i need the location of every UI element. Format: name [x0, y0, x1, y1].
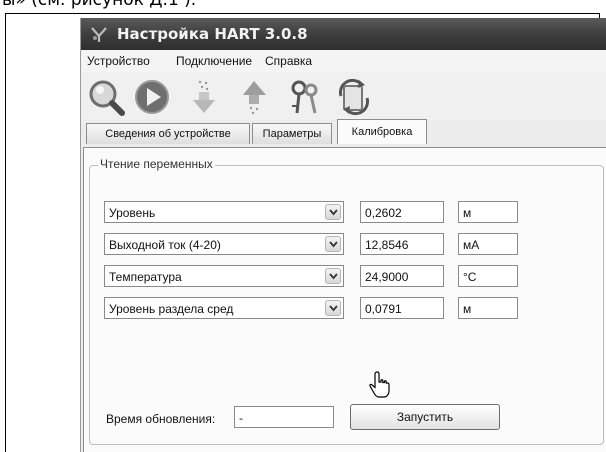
- group-title: Чтение переменных: [98, 157, 215, 171]
- menu-device[interactable]: Устройство: [87, 54, 150, 68]
- chevron-down-icon[interactable]: [325, 236, 341, 252]
- variable-value: 12,8546: [360, 233, 444, 255]
- variable-select[interactable]: Уровень раздела сред: [104, 297, 344, 319]
- search-icon[interactable]: [87, 78, 125, 116]
- app-window: Настройка HART 3.0.8 Устройство Подключе…: [80, 18, 606, 452]
- variable-value: 0,0791: [360, 297, 444, 319]
- refresh-icon[interactable]: [335, 78, 373, 116]
- chevron-down-icon[interactable]: [325, 268, 341, 284]
- variable-unit: мА: [458, 233, 518, 255]
- variable-select-value: Температура: [109, 270, 182, 284]
- variable-select-value: Уровень раздела сред: [109, 302, 234, 316]
- variable-value: 24,9000: [360, 265, 444, 287]
- title-bar[interactable]: Настройка HART 3.0.8: [81, 18, 606, 50]
- chevron-down-icon[interactable]: [325, 204, 341, 220]
- update-time-label: Время обновления:: [106, 412, 216, 426]
- variable-unit: м: [458, 201, 518, 223]
- upload-arrow-icon[interactable]: [235, 78, 273, 116]
- variable-select-value: Уровень: [109, 206, 156, 220]
- menu-help[interactable]: Справка: [265, 54, 312, 68]
- tab-strip: Сведения об устройстве Параметры Калибро…: [81, 119, 606, 148]
- menu-connection[interactable]: Подключение: [176, 54, 252, 68]
- download-arrow-icon[interactable]: [185, 78, 223, 116]
- window-title: Настройка HART 3.0.8: [117, 25, 308, 43]
- variables-group: Чтение переменных Уровень 0,2602 м Выход…: [89, 157, 604, 445]
- tab-parameters[interactable]: Параметры: [252, 123, 332, 144]
- menu-bar: Устройство Подключение Справка: [81, 50, 606, 72]
- chevron-down-icon[interactable]: [325, 300, 341, 316]
- start-button[interactable]: Запустить: [350, 404, 500, 430]
- keys-icon[interactable]: [285, 78, 323, 116]
- variable-unit: °C: [458, 265, 518, 287]
- tab-calibration[interactable]: Калибровка: [337, 119, 427, 144]
- variable-select-value: Выходной ток (4-20): [109, 238, 221, 252]
- update-time-input[interactable]: -: [234, 406, 334, 428]
- mouse-pointer-icon: [369, 371, 390, 398]
- toolbar: [81, 72, 606, 120]
- variable-select[interactable]: Уровень: [104, 201, 344, 223]
- variable-value: 0,2602: [360, 201, 444, 223]
- variable-select[interactable]: Температура: [104, 265, 344, 287]
- tab-device-info[interactable]: Сведения об устройстве: [86, 123, 250, 144]
- variable-unit: м: [458, 297, 518, 319]
- variable-select[interactable]: Выходной ток (4-20): [104, 233, 344, 255]
- app-logo-icon: [91, 27, 107, 42]
- calibration-panel: Чтение переменных Уровень 0,2602 м Выход…: [83, 147, 606, 452]
- caption-text: ы» (см. рисунок Д.1 ).: [2, 0, 197, 10]
- play-icon[interactable]: [133, 78, 171, 116]
